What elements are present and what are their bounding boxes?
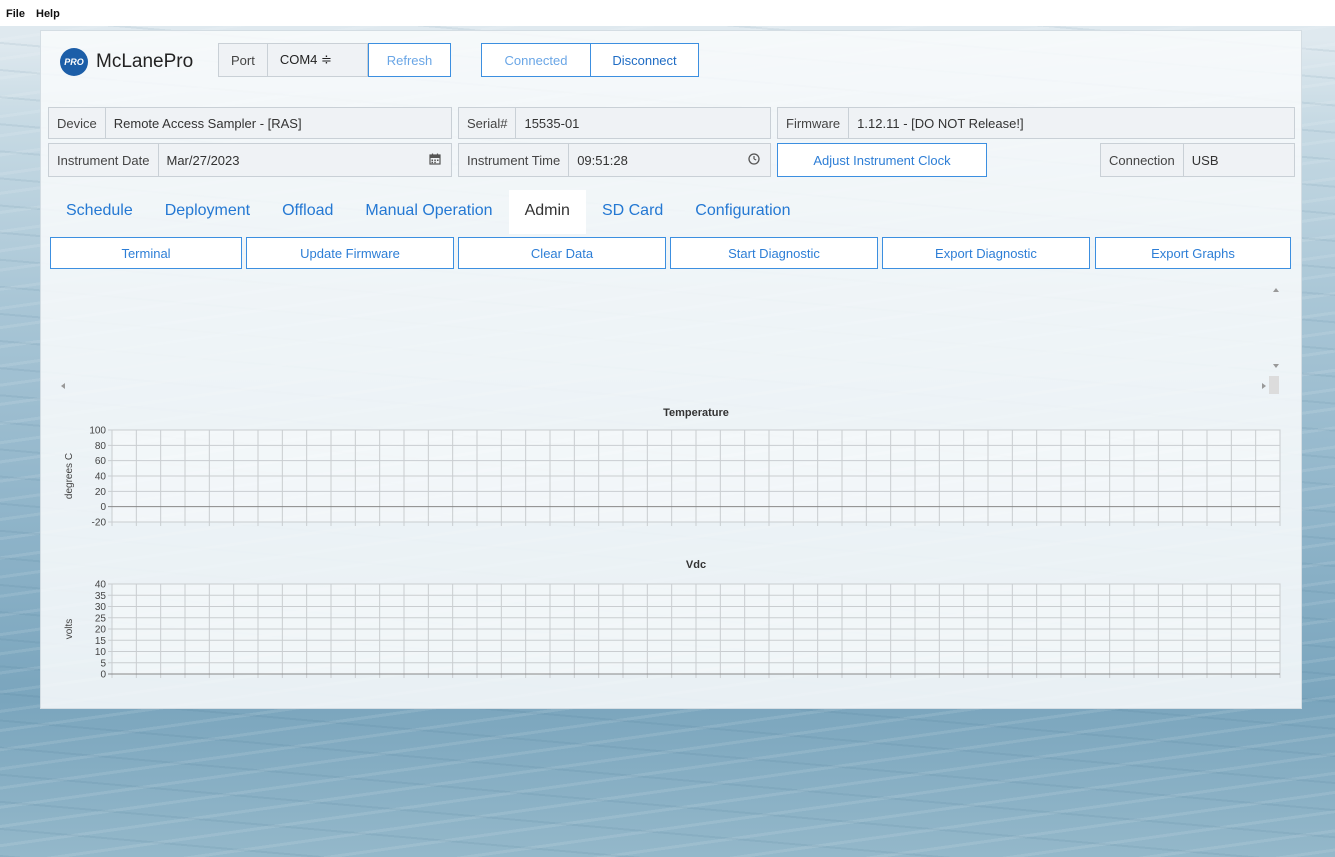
y-axis-label: degrees C bbox=[64, 453, 75, 499]
y-tick-label: 40 bbox=[95, 472, 107, 483]
y-tick-label: 100 bbox=[89, 426, 106, 437]
charts-canvas: 100806040200-20Temperaturedegrees C40353… bbox=[64, 407, 1281, 681]
y-tick-label: 0 bbox=[100, 670, 106, 681]
chart-title: Temperature bbox=[663, 407, 729, 419]
chart-title: Vdc bbox=[686, 559, 706, 571]
y-tick-label: 5 bbox=[100, 658, 106, 669]
y-tick-label: 15 bbox=[95, 636, 107, 647]
y-tick-label: 0 bbox=[100, 502, 106, 513]
y-tick-label: 80 bbox=[95, 441, 107, 452]
y-tick-label: 40 bbox=[95, 580, 107, 591]
y-tick-label: 25 bbox=[95, 613, 107, 624]
y-tick-label: 35 bbox=[95, 591, 107, 602]
y-tick-label: 20 bbox=[95, 487, 107, 498]
y-axis-label: volts bbox=[64, 619, 75, 640]
y-tick-label: 30 bbox=[95, 602, 107, 613]
y-tick-label: -20 bbox=[92, 518, 107, 529]
y-tick-label: 20 bbox=[95, 625, 107, 636]
y-tick-label: 60 bbox=[95, 456, 107, 467]
y-tick-label: 10 bbox=[95, 647, 107, 658]
